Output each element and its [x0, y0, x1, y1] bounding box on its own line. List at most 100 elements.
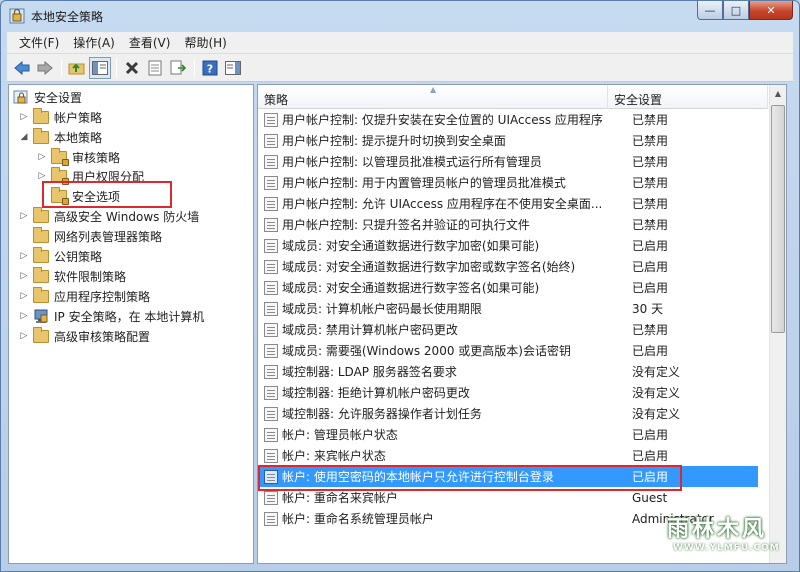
policy-row[interactable]: 域成员: 对安全通道数据进行数字加密(如果可能) 已启用 [258, 235, 758, 256]
policy-row[interactable]: 域控制器: 允许服务器操作者计划任务 没有定义 [258, 403, 758, 424]
menu-view[interactable]: 查看(V) [123, 32, 179, 53]
policy-icon [264, 217, 278, 232]
policy-row[interactable]: 域成员: 需要强(Windows 2000 或更高版本)会话密钥 已启用 [258, 340, 758, 361]
forward-button[interactable] [34, 57, 56, 79]
policy-row[interactable]: 用户帐户控制: 允许 UIAccess 应用程序在不使用安全桌面... 已禁用 [258, 193, 758, 214]
expand-arrow-icon[interactable]: ▷ [37, 171, 47, 181]
export-list-button[interactable] [167, 57, 189, 79]
policy-row[interactable]: 域成员: 对安全通道数据进行数字加密或数字签名(始终) 已启用 [258, 256, 758, 277]
tree-item-software-restriction[interactable]: ▷ 软件限制策略 [19, 266, 126, 286]
tree-label: 安全设置 [34, 90, 83, 105]
column-label: 策略 [264, 93, 289, 107]
policy-icon [264, 154, 278, 169]
policy-setting: 已禁用 [632, 134, 669, 148]
expand-arrow-icon[interactable]: ▷ [19, 112, 29, 122]
close-button[interactable]: ✕ [749, 1, 793, 20]
policy-icon [264, 448, 278, 463]
tree-item-network-list[interactable]: 网络列表管理器策略 [19, 226, 162, 246]
policy-row[interactable]: 用户帐户控制: 用于内置管理员帐户的管理员批准模式 已禁用 [258, 172, 758, 193]
policy-row[interactable]: 帐户: 管理员帐户状态 已启用 [258, 424, 758, 445]
tree-item-public-key[interactable]: ▷ 公钥策略 [19, 246, 102, 266]
menu-help[interactable]: 帮助(H) [178, 32, 234, 53]
collapse-arrow-icon[interactable]: ◢ [19, 132, 29, 142]
policy-setting: 已禁用 [632, 197, 669, 211]
policy-row[interactable]: 帐户: 来宾帐户状态 已启用 [258, 445, 758, 466]
maximize-button[interactable]: □ [723, 1, 749, 20]
policy-row[interactable]: 域控制器: 拒绝计算机帐户密码更改 没有定义 [258, 382, 758, 403]
policy-row[interactable]: 域控制器: LDAP 服务器签名要求 没有定义 [258, 361, 758, 382]
policy-name: 用户帐户控制: 提示提升时切换到安全桌面 [282, 134, 506, 148]
policy-name: 帐户: 重命名来宾帐户 [282, 491, 398, 505]
policy-name: 帐户: 来宾帐户状态 [282, 449, 386, 463]
tree-label: 高级审核策略配置 [54, 329, 151, 344]
column-policy-header[interactable]: ▲ 策略 [258, 85, 608, 109]
tree-label: 帐户策略 [54, 110, 103, 125]
help-button[interactable]: ? [199, 57, 221, 79]
vertical-scrollbar[interactable]: ▲ [769, 85, 786, 563]
policy-row[interactable]: 用户帐户控制: 只提升签名并验证的可执行文件 已禁用 [258, 214, 758, 235]
expand-arrow-icon[interactable]: ▷ [19, 211, 29, 221]
tree-item-local-policies[interactable]: ◢ 本地策略 [19, 127, 102, 147]
back-button[interactable] [11, 57, 33, 79]
folder-icon [33, 286, 49, 303]
policy-row[interactable]: 域成员: 计算机帐户密码最长使用期限 30 天 [258, 298, 758, 319]
export-list-icon [170, 60, 186, 74]
policy-name: 帐户: 管理员帐户状态 [282, 428, 398, 442]
policy-row[interactable]: 域成员: 对安全通道数据进行数字签名(如果可能) 已启用 [258, 277, 758, 298]
policy-icon [264, 133, 278, 148]
policy-icon [264, 322, 278, 337]
delete-button[interactable] [121, 57, 143, 79]
scroll-thumb[interactable] [771, 105, 785, 333]
policy-setting: 没有定义 [632, 365, 681, 379]
toolbar: ? [7, 54, 793, 82]
menu-action[interactable]: 操作(A) [67, 32, 123, 53]
folder-up-icon [68, 63, 85, 74]
policy-name: 用户帐户控制: 仅提升安装在安全位置的 UIAccess 应用程序 [282, 113, 603, 127]
menu-file[interactable]: 文件(F) [13, 32, 67, 53]
expand-arrow-icon[interactable]: ▷ [37, 152, 47, 162]
tree-item-audit-policy[interactable]: ▷ 审核策略 [37, 147, 120, 167]
minimize-button[interactable]: — [697, 1, 723, 20]
tree-root[interactable]: 安全设置 [13, 87, 82, 107]
policy-row[interactable]: 用户帐户控制: 提示提升时切换到安全桌面 已禁用 [258, 130, 758, 151]
tree-item-account-policies[interactable]: ▷ 帐户策略 [19, 107, 102, 127]
expand-arrow-icon[interactable]: ▷ [19, 311, 29, 321]
tree-item-advanced-audit[interactable]: ▷ 高级审核策略配置 [19, 326, 150, 346]
tree-label: 审核策略 [72, 150, 121, 165]
list-header: ▲ 策略 安全设置 [258, 85, 768, 109]
title-bar[interactable]: 本地安全策略 — □ ✕ [1, 1, 799, 31]
policy-setting: 已启用 [632, 281, 669, 295]
properties-button[interactable] [144, 57, 166, 79]
policy-setting: 已禁用 [632, 176, 669, 190]
policy-name: 域成员: 计算机帐户密码最长使用期限 [282, 302, 482, 316]
console-tree-icon [92, 60, 108, 75]
up-level-button[interactable] [66, 57, 88, 79]
policy-icon [264, 511, 278, 526]
ip-security-icon [34, 309, 48, 323]
delete-x-icon [125, 61, 139, 74]
policy-name: 域控制器: 允许服务器操作者计划任务 [282, 407, 482, 421]
policy-icon [264, 385, 278, 400]
expand-arrow-icon[interactable]: ▷ [19, 331, 29, 341]
svg-text:?: ? [207, 62, 213, 75]
expand-arrow-icon[interactable]: ▷ [19, 251, 29, 261]
policy-setting: 已启用 [632, 428, 669, 442]
policy-row[interactable]: 用户帐户控制: 以管理员批准模式运行所有管理员 已禁用 [258, 151, 758, 172]
show-action-pane-button[interactable] [222, 57, 244, 79]
policy-setting: 已启用 [632, 344, 669, 358]
tree-item-firewall[interactable]: ▷ 高级安全 Windows 防火墙 [19, 206, 199, 226]
policy-setting: 30 天 [632, 302, 664, 316]
policy-row[interactable]: 用户帐户控制: 仅提升安装在安全位置的 UIAccess 应用程序 已禁用 [258, 109, 758, 130]
expand-arrow-icon[interactable]: ▷ [19, 271, 29, 281]
watermark: 雨林木风 WWW.YLMFU.COM [667, 511, 787, 563]
policy-name: 用户帐户控制: 只提升签名并验证的可执行文件 [282, 218, 530, 232]
expand-arrow-icon[interactable]: ▷ [19, 291, 29, 301]
tree-item-app-control[interactable]: ▷ 应用程序控制策略 [19, 286, 150, 306]
show-hide-tree-button[interactable] [89, 56, 111, 79]
tree-item-ip-security[interactable]: ▷ IP 安全策略，在 本地计算机 [19, 306, 204, 326]
column-setting-header[interactable]: 安全设置 [608, 85, 768, 109]
scroll-up-button[interactable]: ▲ [770, 85, 786, 102]
folder-icon [33, 226, 49, 243]
policy-row[interactable]: 域成员: 禁用计算机帐户密码更改 已禁用 [258, 319, 758, 340]
